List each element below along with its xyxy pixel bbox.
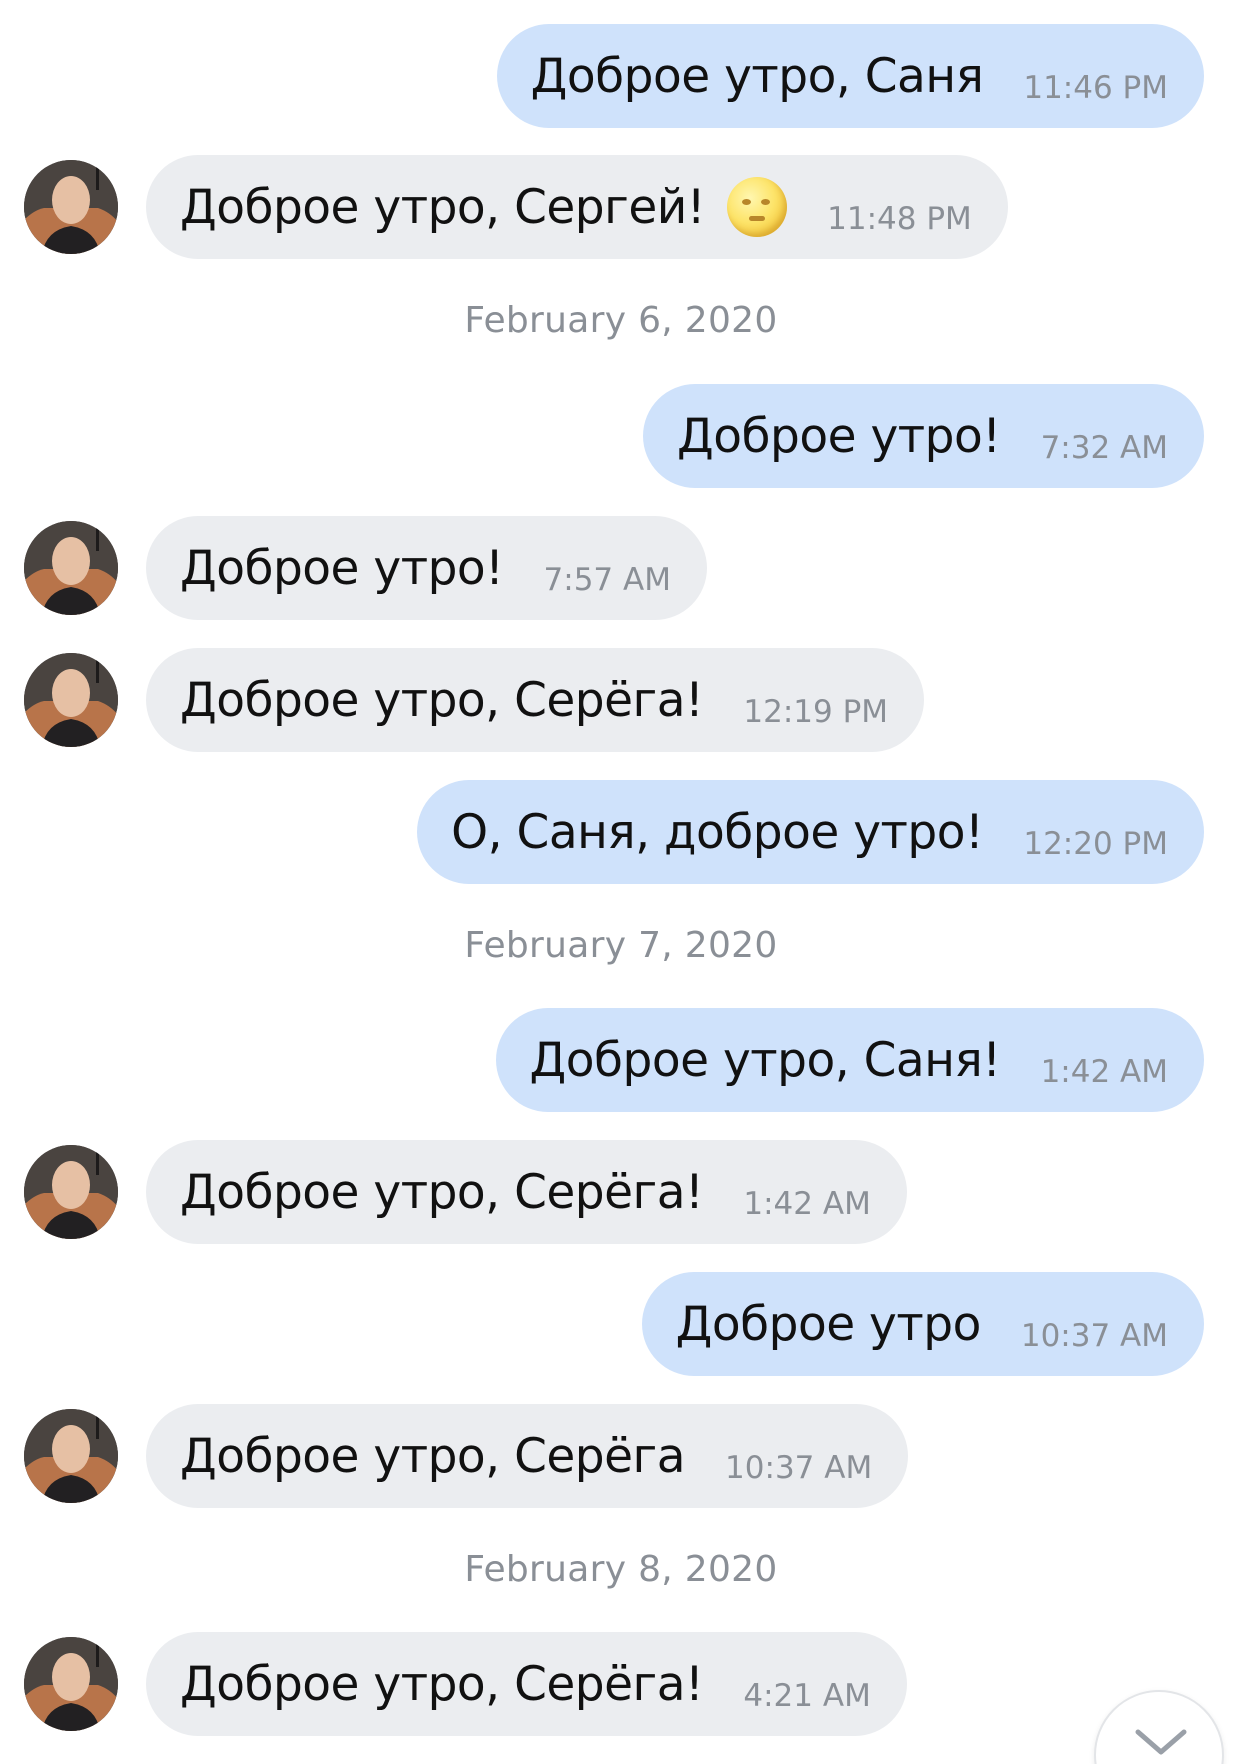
incoming-message-bubble[interactable]: Доброе утро, Серёга! 12:19 PM <box>146 648 925 752</box>
message-text: Доброе утро <box>675 1296 982 1352</box>
avatar[interactable] <box>24 1409 118 1503</box>
avatar[interactable] <box>24 653 118 747</box>
full-moon-face-icon <box>727 177 788 237</box>
avatar[interactable] <box>24 1145 118 1239</box>
outgoing-message-bubble[interactable]: О, Саня, доброе утро! 12:20 PM <box>417 780 1204 884</box>
message-row-outgoing: Доброе утро 10:37 AM <box>0 1272 1242 1376</box>
chevron-down-icon <box>1135 1729 1187 1755</box>
message-text: Доброе утро, Серёга! <box>180 1656 704 1712</box>
message-row-outgoing: Доброе утро, Саня 11:46 PM <box>0 24 1242 128</box>
message-row-incoming: Доброе утро, Сергей! 11:48 PM <box>0 155 1242 259</box>
date-separator: February 6, 2020 <box>464 300 778 341</box>
avatar[interactable] <box>24 521 118 615</box>
outgoing-message-bubble[interactable]: Доброе утро, Саня! 1:42 AM <box>495 1008 1204 1112</box>
message-time: 1:42 AM <box>743 1186 871 1222</box>
avatar[interactable] <box>24 160 118 254</box>
message-time: 12:19 PM <box>743 694 889 730</box>
message-time: 7:57 AM <box>543 562 671 598</box>
message-row-outgoing: Доброе утро! 7:32 AM <box>0 384 1242 488</box>
message-text: Доброе утро, Серёга! <box>180 672 704 728</box>
message-row-incoming: Доброе утро, Серёга! 12:19 PM <box>0 648 1242 752</box>
message-row-incoming: Доброе утро, Серёга! 4:21 AM <box>0 1632 1242 1736</box>
message-row-outgoing: Доброе утро, Саня! 1:42 AM <box>0 1008 1242 1112</box>
message-time: 11:46 PM <box>1023 70 1168 106</box>
outgoing-message-bubble[interactable]: Доброе утро! 7:32 AM <box>643 384 1204 488</box>
outgoing-message-bubble[interactable]: Доброе утро 10:37 AM <box>641 1272 1204 1376</box>
message-text: Доброе утро! <box>677 408 1001 464</box>
incoming-message-bubble[interactable]: Доброе утро, Серёга 10:37 AM <box>146 1404 909 1508</box>
message-row-incoming: Доброе утро! 7:57 AM <box>0 516 1242 620</box>
chat-history[interactable]: Доброе утро, Саня 11:46 PM Доброе утро, … <box>0 0 1242 1764</box>
message-row-outgoing: О, Саня, доброе утро! 12:20 PM <box>0 780 1242 884</box>
date-separator: February 8, 2020 <box>464 1549 778 1590</box>
outgoing-message-bubble[interactable]: Доброе утро, Саня 11:46 PM <box>496 24 1204 128</box>
message-time: 1:42 AM <box>1040 1054 1168 1090</box>
message-text: Доброе утро, Серёга! <box>180 1164 704 1220</box>
incoming-message-bubble[interactable]: Доброе утро, Серёга! 1:42 AM <box>146 1140 907 1244</box>
message-time: 10:37 AM <box>725 1450 873 1486</box>
message-text: Доброе утро! <box>180 540 504 596</box>
incoming-message-bubble[interactable]: Доброе утро, Серёга! 4:21 AM <box>146 1632 907 1736</box>
message-text: Доброе утро, Серёга <box>180 1428 686 1484</box>
message-time: 4:21 AM <box>743 1678 871 1714</box>
message-row-incoming: Доброе утро, Серёга! 1:42 AM <box>0 1140 1242 1244</box>
message-time: 12:20 PM <box>1023 826 1168 862</box>
message-text: Доброе утро, Саня <box>530 48 984 104</box>
message-text: Доброе утро, Саня! <box>529 1032 1002 1088</box>
message-row-incoming: Доброе утро, Серёга 10:37 AM <box>0 1404 1242 1508</box>
avatar[interactable] <box>24 1637 118 1731</box>
message-text: Доброе утро, Сергей! <box>180 179 706 235</box>
message-time: 10:37 AM <box>1020 1318 1168 1354</box>
incoming-message-bubble[interactable]: Доброе утро, Сергей! 11:48 PM <box>146 155 1008 259</box>
message-text: О, Саня, доброе утро! <box>451 804 984 860</box>
date-separator: February 7, 2020 <box>464 925 778 966</box>
message-time: 11:48 PM <box>827 201 972 237</box>
message-time: 7:32 AM <box>1040 430 1168 466</box>
incoming-message-bubble[interactable]: Доброе утро! 7:57 AM <box>146 516 707 620</box>
